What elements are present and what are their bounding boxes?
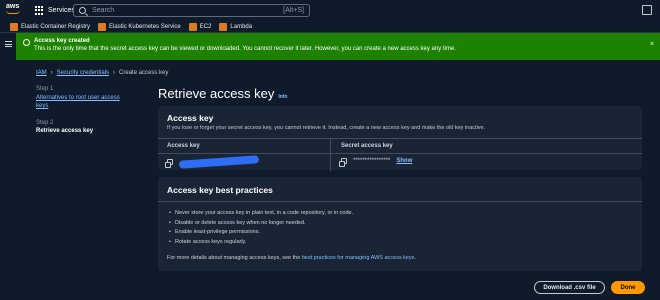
wizard-step-2: Step 2 Retrieve access key: [36, 120, 131, 134]
ecr-icon: [10, 22, 18, 31]
favorites-bar: Elastic Container Registry Elastic Kuber…: [0, 21, 660, 33]
masked-secret: ****************: [353, 158, 391, 164]
breadcrumb-iam[interactable]: IAM: [36, 70, 47, 76]
search-icon: [79, 7, 86, 14]
success-check-icon: [23, 39, 30, 46]
services-label: Services: [48, 7, 75, 14]
step-number: Step 2: [36, 120, 54, 126]
copy-icon[interactable]: [339, 158, 347, 167]
close-icon[interactable]: ×: [650, 41, 654, 48]
favorite-ecr[interactable]: Elastic Container Registry: [10, 22, 91, 31]
step-link-alternatives[interactable]: Alternatives to root user access keys: [36, 95, 120, 109]
access-key-column: Access key: [158, 139, 330, 171]
download-csv-button[interactable]: Download .csv file: [534, 281, 605, 294]
info-link[interactable]: Info: [278, 94, 287, 100]
divider: [158, 201, 642, 202]
side-navigation-rail: [0, 33, 16, 300]
best-practices-heading: Access key best practices: [167, 185, 273, 195]
ec2-icon: [188, 22, 197, 31]
best-practices-list: Never store your access key in plain tex…: [169, 210, 353, 248]
aws-logo[interactable]: aws: [6, 3, 24, 18]
best-practices-link[interactable]: best practices for managing AWS access k…: [302, 255, 415, 261]
more-details-suffix: .: [414, 255, 416, 261]
eks-icon: [98, 22, 107, 31]
access-key-value: [165, 155, 330, 169]
list-item: Disable or delete access key when no lon…: [169, 220, 353, 226]
list-item: Never store your access key in plain tex…: [169, 210, 353, 216]
lambda-icon: [219, 22, 228, 31]
secret-key-column: Secret access key **************** Show: [330, 139, 642, 171]
page-title: Retrieve access key Info: [158, 86, 288, 101]
redacted-access-key: [178, 155, 260, 169]
services-menu-button[interactable]: Services: [35, 4, 75, 17]
chevron-right-icon: ›: [113, 70, 116, 76]
step-number: Step 1: [36, 86, 54, 92]
show-secret-link[interactable]: Show: [396, 158, 412, 164]
aws-smile-icon: [6, 10, 20, 14]
favorite-label: Elastic Container Registry: [21, 23, 91, 30]
favorite-eks[interactable]: Elastic Kubernetes Service: [98, 22, 181, 31]
favorite-lambda[interactable]: Lambda: [219, 22, 253, 31]
search-input[interactable]: Search [Alt+S]: [73, 4, 310, 17]
list-item: Enable least-privilege permissions.: [169, 229, 353, 235]
access-key-heading: Access key: [167, 113, 214, 123]
grid-icon: [35, 6, 44, 15]
chevron-right-icon: ›: [50, 70, 53, 76]
breadcrumb: IAM › Security credentials › Create acce…: [36, 70, 168, 76]
breadcrumb-current: Create access key: [119, 70, 169, 76]
page-title-text: Retrieve access key: [158, 86, 275, 101]
copy-icon[interactable]: [165, 159, 173, 168]
column-header-secret-key: Secret access key: [331, 139, 642, 154]
list-item: Rotate access keys regularly.: [169, 239, 353, 245]
search-placeholder: Search: [92, 7, 115, 14]
more-details-text: For more details about managing access k…: [167, 255, 416, 261]
best-practices-panel: Access key best practices Never store yo…: [158, 177, 642, 271]
search-shortcut-hint: [Alt+S]: [283, 7, 304, 14]
favorite-ec2[interactable]: EC2: [188, 22, 212, 31]
success-flash-banner: Access key created This is the only time…: [16, 33, 660, 60]
done-button[interactable]: Done: [611, 281, 645, 294]
top-navigation-bar: aws Services Search [Alt+S]: [0, 0, 660, 21]
secret-key-value: **************** Show: [339, 158, 642, 167]
access-key-description: If you lose or forget your secret access…: [167, 125, 486, 131]
access-key-table: Access key Secret access key ***********…: [158, 138, 642, 171]
aws-logo-text: aws: [6, 3, 20, 10]
favorite-label: EC2: [199, 23, 212, 30]
flash-message: This is the only time that the secret ac…: [34, 46, 456, 52]
wizard-step-1: Step 1 Alternatives to root user access …: [36, 86, 131, 110]
flash-title: Access key created: [34, 38, 90, 44]
favorite-label: Elastic Kubernetes Service: [109, 23, 181, 30]
step-current-label: Retrieve access key: [36, 128, 94, 134]
breadcrumb-security-credentials[interactable]: Security credentials: [57, 70, 109, 76]
more-details-prefix: For more details about managing access k…: [167, 255, 302, 261]
access-key-panel: Access key If you lose or forget your se…: [158, 106, 642, 171]
menu-icon[interactable]: [5, 41, 12, 49]
column-header-access-key: Access key: [158, 139, 330, 154]
favorite-label: Lambda: [230, 23, 253, 30]
wizard-steps: Step 1 Alternatives to root user access …: [36, 86, 131, 144]
cloudshell-icon[interactable]: [642, 5, 652, 15]
